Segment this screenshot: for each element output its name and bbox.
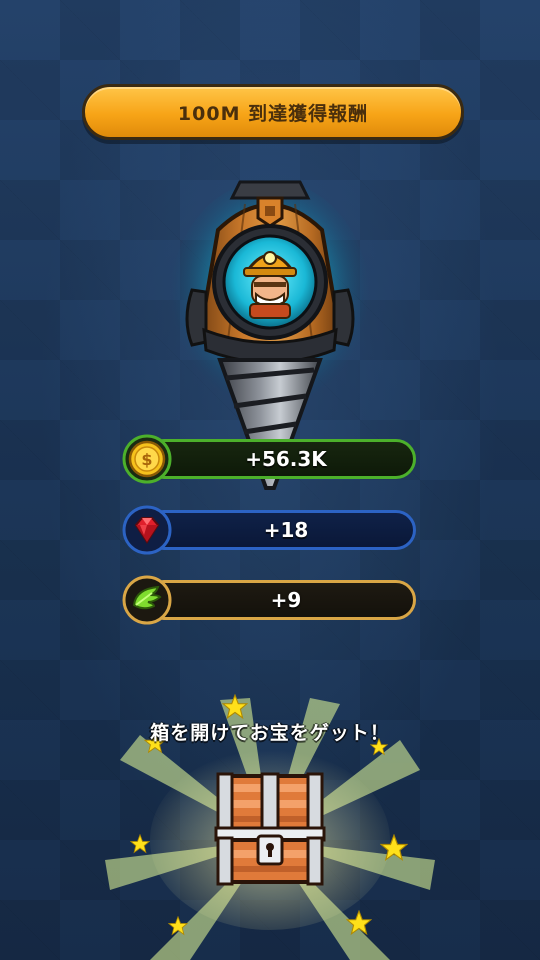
star-icon [346,910,372,936]
coin-reward-value: +56.3K [245,447,327,471]
wing-reward-row: +9 [122,575,418,625]
gem-reward-row: +18 [122,505,418,555]
title-text: 100M 到達獲得報酬 [177,102,369,125]
star-icon [222,694,248,720]
star-icon [380,834,408,862]
svg-text:$: $ [141,450,152,469]
star-icon [168,916,188,936]
green-wing-icon [122,575,172,625]
coin-reward-bar: +56.3K [144,439,416,479]
title-banner: 100M 到達獲得報酬 [82,84,464,140]
coin-reward-row: +56.3K $ [122,434,418,484]
gem-reward-bar: +18 [144,510,416,550]
gem-reward-value: +18 [263,518,309,542]
wing-reward-bar: +9 [144,580,416,620]
star-icon [130,834,150,854]
coin-icon: $ [122,434,172,484]
wing-reward-value: +9 [270,588,302,612]
ruby-gem-icon [122,505,172,555]
reward-screen: 100M 到達獲得報酬 +56.3K $ +18 +9 箱を開けてお宝をゲット！ [0,0,540,960]
open-chest-prompt: 箱を開けてお宝をゲット！ [150,722,390,744]
treasure-chest-icon[interactable] [214,770,326,888]
